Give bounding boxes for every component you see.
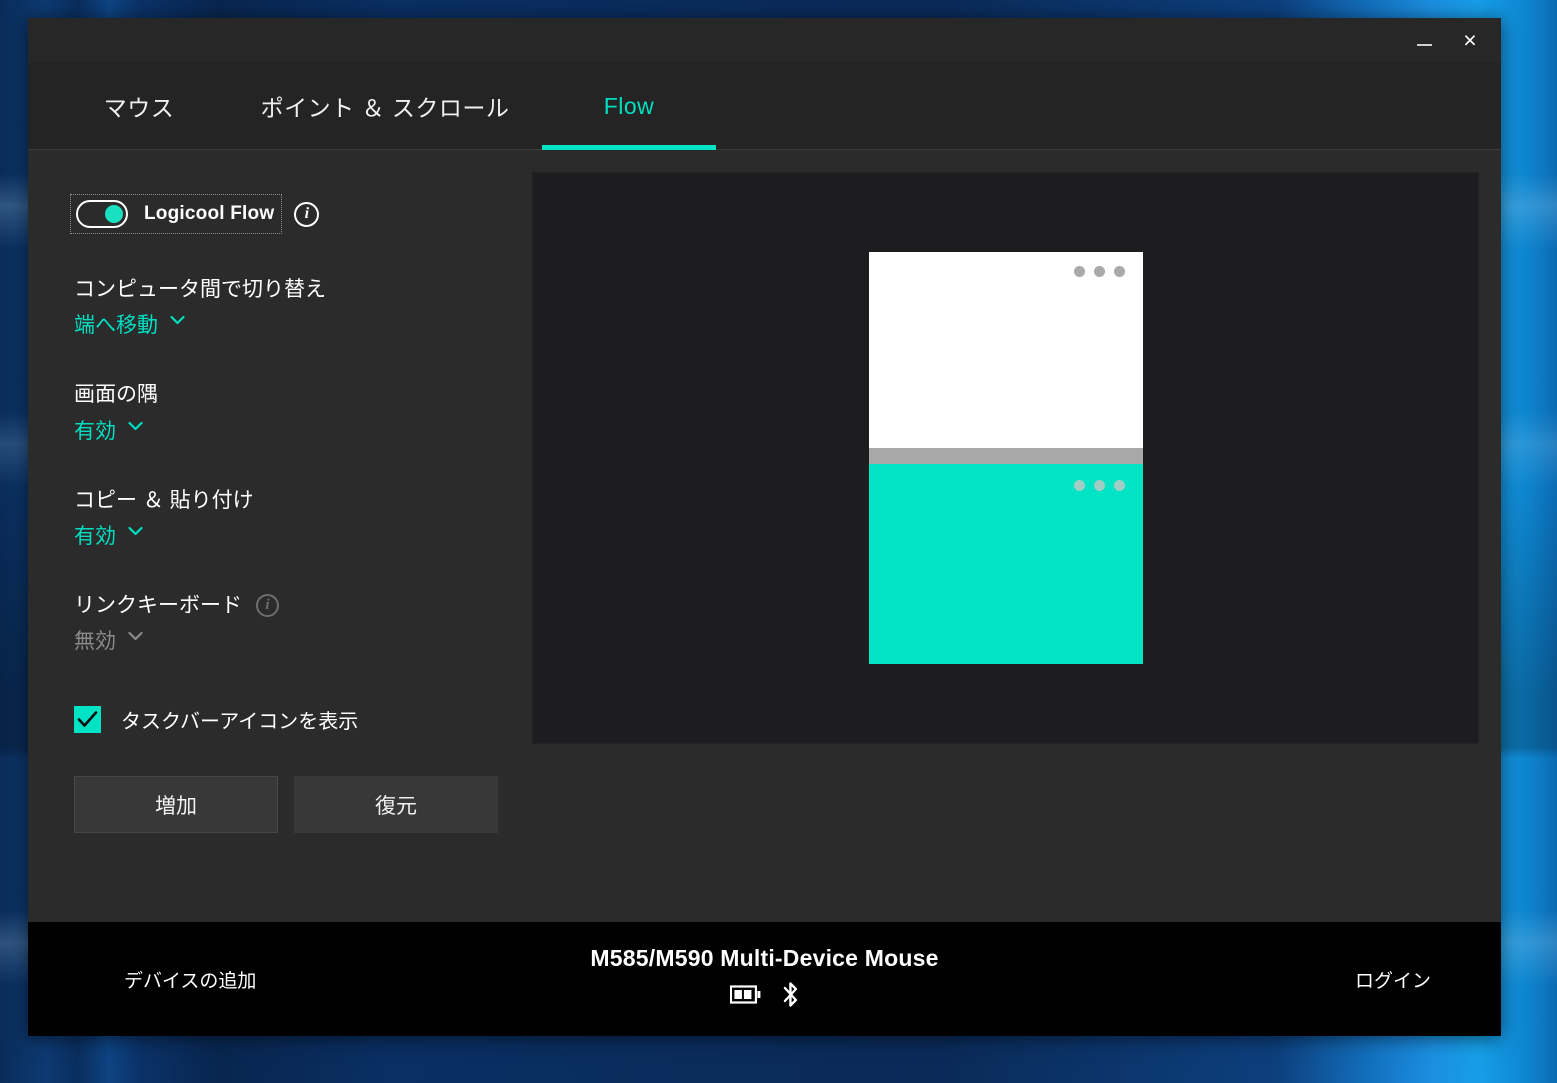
- device-info-block: M585/M590 Multi-Device Mouse: [590, 945, 938, 1013]
- tab-bar: マウス ポイント ＆ スクロール Flow: [28, 62, 1501, 150]
- setting-title: 画面の隅: [74, 381, 500, 408]
- show-taskbar-icon-row: タスクバーアイコンを表示: [74, 705, 500, 734]
- setting-value-text: 無効: [74, 630, 116, 654]
- setting-dropdown-switch-between-computers[interactable]: 端へ移動: [74, 309, 185, 339]
- setting-value-text: 端へ移動: [74, 314, 158, 338]
- battery-icon: [729, 985, 761, 1009]
- screen-secondary[interactable]: [868, 464, 1143, 664]
- tab-flow[interactable]: Flow: [542, 62, 716, 150]
- setting-dropdown-link-keyboard: 無効: [74, 625, 143, 655]
- flow-toggle-label: Logicool Flow: [144, 203, 275, 224]
- minimize-button[interactable]: [1401, 22, 1447, 58]
- flow-toggle-row: Logicool Flow i: [69, 194, 500, 234]
- setting-value-text: 有効: [74, 524, 116, 548]
- dot-icon: [1093, 480, 1105, 491]
- action-button-row: 増加 復元: [74, 776, 500, 834]
- setting-title-text: リンクキーボード: [74, 593, 242, 617]
- illustration-wrapper: [500, 150, 1501, 922]
- setting-copy-paste: コピー ＆ 貼り付け 有効: [74, 487, 500, 550]
- desktop-wallpaper: × マウス ポイント ＆ スクロール Flow Logicool Flow i …: [0, 0, 1557, 1083]
- tab-point-and-scroll-label: ポイント ＆ スクロール: [260, 95, 510, 121]
- device-name-label: M585/M590 Multi-Device Mouse: [590, 945, 939, 971]
- setting-dropdown-screen-corner[interactable]: 有効: [74, 415, 143, 445]
- chevron-down-icon: [128, 526, 143, 540]
- setting-value-text: 有効: [74, 419, 116, 443]
- active-tab-indicator: [542, 145, 716, 150]
- check-icon: [77, 711, 98, 727]
- chevron-down-icon: [170, 315, 185, 329]
- status-footer: デバイスの追加 M585/M590 Multi-Device Mouse ログイ…: [28, 922, 1501, 1036]
- settings-column: Logicool Flow i コンピュータ間で切り替え 端へ移動 画面の隅 有…: [28, 150, 500, 922]
- show-taskbar-icon-label: タスクバーアイコンを表示: [121, 711, 359, 734]
- chevron-down-icon: [128, 421, 143, 435]
- minimize-icon: [1416, 44, 1432, 46]
- setting-switch-between-computers: コンピュータ間で切り替え 端へ移動: [74, 276, 500, 339]
- tab-flow-label: Flow: [603, 92, 655, 119]
- content-area: Logicool Flow i コンピュータ間で切り替え 端へ移動 画面の隅 有…: [28, 150, 1501, 922]
- screen-primary[interactable]: [868, 252, 1143, 448]
- dot-icon: [1093, 266, 1105, 277]
- device-status-icons: [590, 981, 938, 1013]
- login-link[interactable]: ログイン: [1355, 966, 1431, 993]
- dot-icon: [1113, 266, 1125, 277]
- setting-link-keyboard: リンクキーボード i 無効: [74, 592, 500, 655]
- setting-title: コピー ＆ 貼り付け: [74, 487, 500, 514]
- close-icon: ×: [1463, 26, 1477, 53]
- screen-stack: [868, 252, 1143, 664]
- add-button[interactable]: 増加: [74, 776, 278, 834]
- flow-toggle-switch[interactable]: [76, 200, 128, 228]
- dot-icon: [1073, 480, 1085, 491]
- window-titlebar: ×: [28, 18, 1501, 62]
- toggle-knob: [105, 205, 123, 223]
- setting-title-text: 画面の隅: [74, 383, 158, 407]
- add-device-link[interactable]: デバイスの追加: [124, 966, 256, 993]
- flow-toggle-focus-ring: Logicool Flow: [69, 194, 283, 234]
- chevron-down-icon: [128, 631, 143, 645]
- link-keyboard-info-icon[interactable]: i: [256, 594, 279, 618]
- logitech-options-window: × マウス ポイント ＆ スクロール Flow Logicool Flow i …: [28, 18, 1501, 1036]
- setting-dropdown-copy-paste[interactable]: 有効: [74, 520, 143, 550]
- setting-title-text: コピー ＆ 貼り付け: [74, 488, 254, 512]
- tab-mouse-label: マウス: [103, 95, 175, 121]
- bluetooth-icon: [781, 981, 800, 1013]
- show-taskbar-icon-checkbox[interactable]: [74, 706, 101, 734]
- setting-title-text: コンピュータ間で切り替え: [74, 278, 326, 301]
- setting-screen-corner: 画面の隅 有効: [74, 381, 500, 444]
- tab-point-and-scroll[interactable]: ポイント ＆ スクロール: [260, 62, 510, 150]
- dot-icon: [1073, 266, 1085, 277]
- close-button[interactable]: ×: [1447, 22, 1493, 58]
- setting-title: コンピュータ間で切り替え: [74, 276, 500, 303]
- setting-title: リンクキーボード i: [74, 592, 500, 619]
- flow-illustration-panel: [532, 172, 1479, 744]
- dot-icon: [1113, 480, 1125, 491]
- tab-mouse[interactable]: マウス: [84, 62, 194, 150]
- flow-info-icon[interactable]: i: [294, 201, 320, 227]
- screen-divider: [868, 448, 1143, 464]
- window-controls-dots: [1073, 266, 1125, 277]
- restore-button[interactable]: 復元: [294, 776, 498, 834]
- window-controls-dots: [1073, 480, 1125, 491]
